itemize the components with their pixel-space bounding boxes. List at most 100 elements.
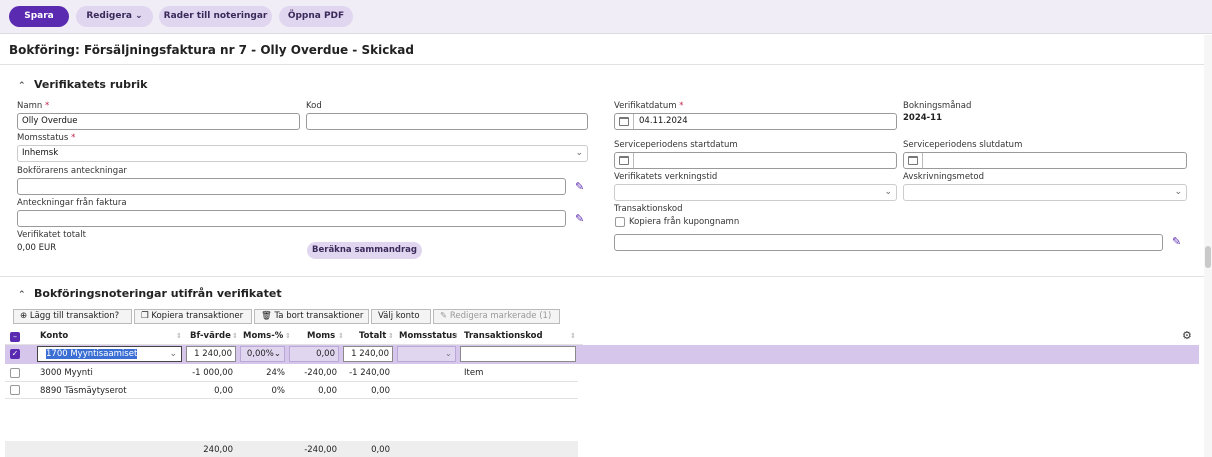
pencil-icon[interactable]: ✎ (575, 212, 587, 225)
vat-status-select[interactable]: Inhemsk ⌄ (17, 145, 588, 162)
effect-time-select[interactable]: ⌄ (614, 184, 897, 201)
depreciation-select[interactable]: ⌄ (903, 184, 1187, 201)
code-input[interactable] (306, 113, 588, 130)
bf-cell: 0,00 (214, 386, 233, 396)
chevron-down-icon: ⌄ (273, 349, 281, 359)
total-input[interactable]: 1 240,00 (343, 346, 393, 362)
invoice-notes-input[interactable] (17, 210, 566, 227)
transaction-code-input[interactable] (614, 234, 1163, 251)
footer-total: 0,00 (371, 445, 390, 455)
column-header-vat-pct[interactable]: Moms-% (243, 329, 283, 344)
choose-account-button[interactable]: Välj konto (371, 309, 431, 324)
gear-icon[interactable]: ⚙ (1182, 329, 1192, 342)
chevron-down-icon: ⌄ (444, 349, 452, 359)
separator (633, 114, 634, 129)
column-header-vat-status[interactable]: Momsstatus (399, 329, 457, 344)
copy-coupon-label: Kopiera från kupongnamn (629, 217, 740, 227)
date-label: Verifikatdatum * (614, 101, 684, 111)
copy-coupon-checkbox[interactable] (615, 217, 625, 227)
invoice-notes-label: Anteckningar från faktura (17, 198, 127, 208)
booking-month-value: 2024-11 (903, 113, 943, 123)
add-transaction-button[interactable]: ⊕ Lägg till transaktion? (13, 309, 132, 324)
scrollbar-thumb[interactable] (1205, 246, 1211, 268)
chevron-up-icon: ⌃ (18, 81, 26, 91)
total-cell: 0,00 (371, 386, 390, 396)
bf-cell: -1 000,00 (192, 368, 233, 378)
vat-pct-cell: 24% (266, 368, 285, 378)
pencil-icon[interactable]: ✎ (575, 180, 587, 193)
edit-icon: ✎ (440, 311, 448, 321)
effect-time-label: Verifikatets verkningstid (614, 172, 718, 182)
vat-input[interactable]: 0,00 (289, 346, 339, 362)
sort-icon: ⇕ (232, 332, 238, 340)
name-label: Namn * (17, 101, 50, 111)
delete-transactions-button[interactable]: 🗑 Ta bort transaktioner (254, 309, 369, 324)
chevron-down-icon: ⌄ (884, 187, 892, 197)
edit-label: Redigera (86, 11, 132, 21)
section-header-entries[interactable]: ⌃ Bokföringsnoteringar utifrån verifikate… (18, 287, 282, 300)
account-cell: 3000 Myynti (40, 368, 93, 378)
calculate-summary-button[interactable]: Beräkna sammandrag (307, 242, 422, 259)
vat-pct-cell: 0% (271, 386, 286, 396)
vat-status-label: Momsstatus * (17, 133, 76, 143)
row-checkbox[interactable] (10, 368, 20, 378)
transaction-code-cell: Item (464, 368, 484, 378)
row-divider (5, 398, 578, 399)
plus-circle-icon: ⊕ (20, 311, 28, 321)
calendar-icon[interactable] (619, 117, 629, 126)
vat-status-cell-select[interactable]: ⌄ (397, 346, 456, 362)
title-row: Bokföring: Försäljningsfaktura nr 7 - Ol… (0, 35, 1212, 65)
calendar-icon[interactable] (619, 156, 629, 165)
chevron-down-icon: ⌄ (135, 11, 143, 21)
separator (922, 153, 923, 168)
service-end-input[interactable] (903, 152, 1187, 169)
row-checkbox[interactable] (10, 385, 20, 395)
service-start-input[interactable] (614, 152, 897, 169)
edit-dropdown-button[interactable]: Redigera ⌄ (76, 6, 153, 27)
vat-pct-select[interactable]: 0,00%⌄ (240, 346, 285, 362)
total-cell: -1 240,00 (349, 368, 390, 378)
date-input[interactable]: 04.11.2024 (614, 113, 897, 130)
open-pdf-button[interactable]: Öppna PDF (279, 6, 353, 27)
bookkeeper-notes-label: Bokförarens anteckningar (17, 166, 127, 176)
edit-marked-button[interactable]: ✎ Redigera markerade (1) (433, 309, 560, 324)
sort-icon: ⇕ (388, 332, 394, 340)
save-button[interactable]: Spara (9, 6, 69, 27)
code-label: Kod (306, 101, 322, 111)
column-header-account[interactable]: Konto (40, 329, 68, 344)
sort-icon: ⇕ (176, 332, 182, 340)
column-header-bf[interactable]: Bf-värde (190, 329, 231, 344)
select-all-checkbox[interactable]: – (10, 332, 20, 342)
column-header-transaction-code[interactable]: Transaktionskod (464, 329, 543, 344)
account-select[interactable]: 1700 Myyntisaamiset ⌄ (37, 346, 182, 362)
bf-value-input[interactable]: 1 240,00 (186, 346, 236, 362)
footer-bf: 240,00 (203, 445, 233, 455)
pencil-icon[interactable]: ✎ (1172, 235, 1184, 248)
section-title-entries: Bokföringsnoteringar utifrån verifikatet (34, 287, 282, 300)
row-checkbox[interactable]: ✓ (10, 349, 20, 359)
service-start-label: Serviceperiodens startdatum (614, 140, 738, 150)
column-header-total[interactable]: Totalt (359, 329, 386, 344)
rows-to-entries-button[interactable]: Rader till noteringar (159, 6, 272, 27)
chevron-down-icon: ⌄ (575, 148, 583, 158)
name-input[interactable]: Olly Overdue (17, 113, 300, 130)
transaction-code-cell-input[interactable] (460, 346, 576, 362)
table-row[interactable] (5, 345, 1199, 364)
bookkeeper-notes-input[interactable] (17, 178, 566, 195)
footer-vat: -240,00 (304, 445, 337, 455)
calendar-icon[interactable] (908, 156, 918, 165)
copy-transactions-button[interactable]: ❐ Kopiera transaktioner (134, 309, 252, 324)
voucher-total-label: Verifikatet totalt (17, 230, 86, 240)
sort-icon: ⇕ (570, 332, 576, 340)
trash-icon: 🗑 (261, 311, 272, 321)
row-divider (5, 381, 578, 382)
service-end-label: Serviceperiodens slutdatum (903, 140, 1023, 150)
toolbar: Spara Redigera ⌄ Rader till noteringar Ö… (0, 0, 1212, 34)
column-header-vat[interactable]: Moms (307, 329, 335, 344)
depreciation-label: Avskrivningsmetod (903, 172, 984, 182)
chevron-up-icon: ⌃ (18, 290, 26, 300)
section-divider (0, 276, 1204, 277)
chevron-down-icon: ⌄ (1174, 187, 1182, 197)
chevron-down-icon: ⌄ (169, 349, 177, 359)
section-header-voucher[interactable]: ⌃ Verifikatets rubrik (18, 78, 147, 91)
